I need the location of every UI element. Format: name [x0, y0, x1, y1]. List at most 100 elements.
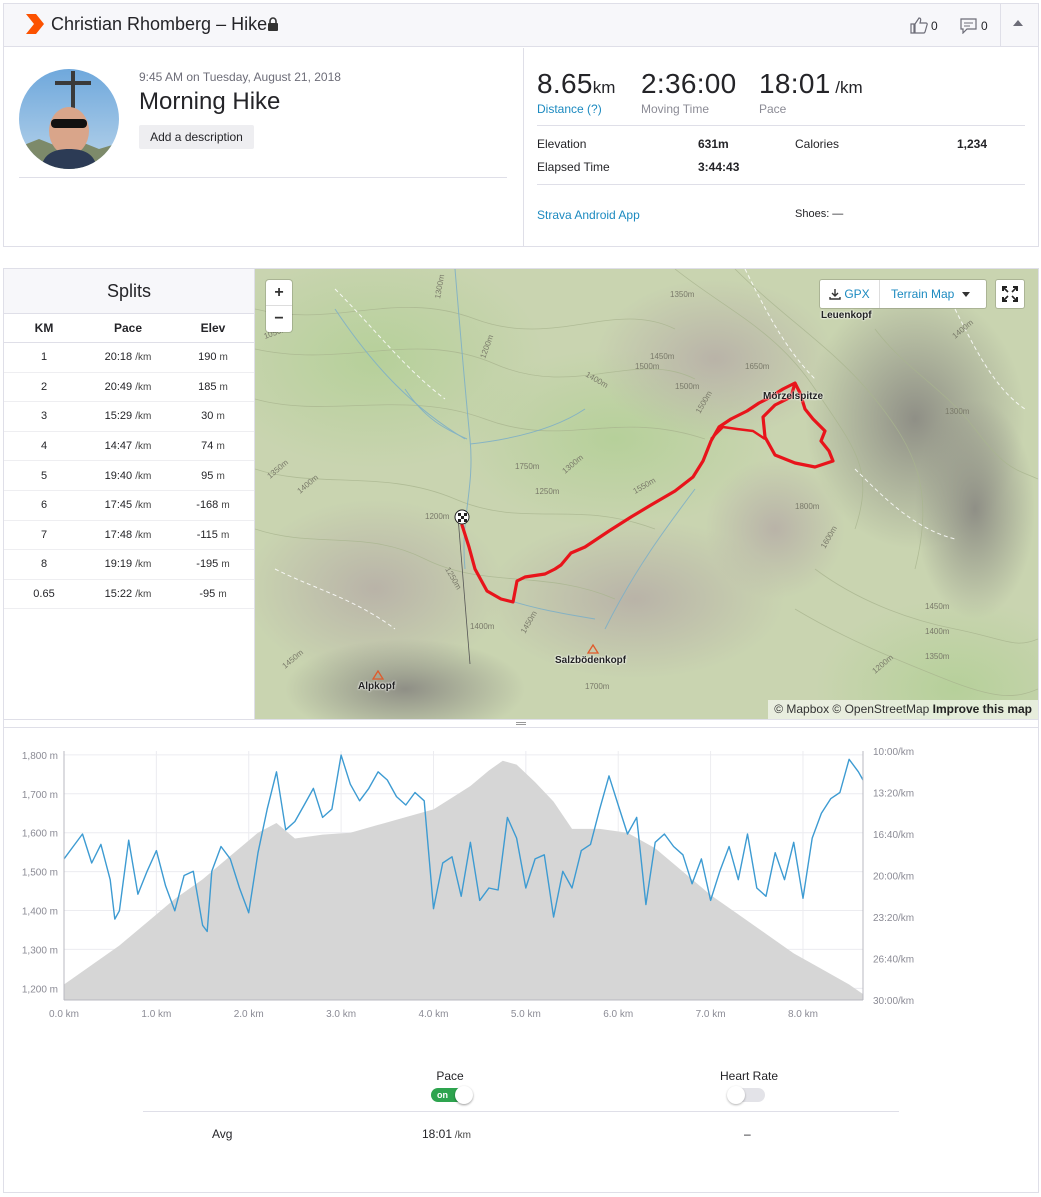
- device-link[interactable]: Strava Android App: [537, 208, 640, 222]
- fullscreen-button[interactable]: [996, 280, 1024, 308]
- x-tick-label: 3.0 km: [326, 1009, 356, 1019]
- splits-header-row: KM Pace Elev: [4, 314, 254, 343]
- improve-map-link[interactable]: Improve this map: [933, 702, 1032, 716]
- split-elev: -168 m: [196, 499, 230, 512]
- x-tick-label: 6.0 km: [603, 1009, 633, 1019]
- svg-text:1200m: 1200m: [425, 512, 450, 521]
- activity-title: Christian Rhomberg – Hike: [51, 14, 268, 34]
- elevation-value: 631m: [698, 137, 729, 151]
- download-icon: [829, 289, 842, 300]
- split-row[interactable]: 7 17:48 /km -115 m: [4, 521, 254, 551]
- split-pace: 15:22 /km: [104, 588, 152, 601]
- split-km: 4: [40, 440, 48, 453]
- avg-heart-rate: –: [744, 1127, 751, 1141]
- calories-value: 1,234: [957, 137, 988, 151]
- x-tick-label: 7.0 km: [696, 1009, 726, 1019]
- split-row[interactable]: 3 15:29 /km 30 m: [4, 402, 254, 432]
- divider: [1000, 4, 1001, 47]
- splits-table: Splits KM Pace Elev 1 20:18 /km 190 m 2 20:4…: [4, 269, 255, 719]
- lock-icon: [268, 17, 278, 31]
- split-pace: 14:47 /km: [104, 440, 152, 453]
- calories-label: Calories: [795, 137, 840, 151]
- avg-pace-value: 18:01: [422, 1127, 453, 1141]
- split-row[interactable]: 2 20:49 /km 185 m: [4, 373, 254, 403]
- expand-icon: [1002, 286, 1018, 302]
- distance-help-link[interactable]: Distance (?): [537, 102, 615, 116]
- split-pace: 20:49 /km: [104, 380, 152, 393]
- activity-summary-card: Christian Rhomberg – Hike 0 0 9:45 AM on…: [3, 3, 1039, 247]
- svg-text:1450m: 1450m: [925, 602, 950, 611]
- terrain-map-image[interactable]: 1050m 1200m 1300m 1350m 1400m 1750m 1250…: [255, 269, 1038, 719]
- split-km: 3: [40, 410, 48, 423]
- svg-text:1350m: 1350m: [925, 652, 950, 661]
- x-tick-label: 2.0 km: [234, 1009, 264, 1019]
- distance-unit: km: [592, 78, 616, 97]
- split-pace: 20:18 /km: [104, 351, 152, 364]
- split-row[interactable]: 0.65 15:22 /km -95 m: [4, 580, 254, 610]
- distance-stat: 8.65km Distance (?): [537, 68, 615, 116]
- distance-value: 8.65: [537, 68, 593, 99]
- svg-text:1450m: 1450m: [650, 352, 675, 361]
- split-row[interactable]: 6 17:45 /km -168 m: [4, 491, 254, 521]
- attribution-text[interactable]: © Mapbox © OpenStreetMap: [774, 702, 929, 716]
- comment-icon[interactable]: [960, 18, 977, 34]
- y-left-tick-label: 1,200 m: [22, 984, 58, 995]
- split-row[interactable]: 1 20:18 /km 190 m: [4, 343, 254, 373]
- collapse-caret-icon[interactable]: [1013, 20, 1023, 26]
- strava-logo-icon[interactable]: [26, 14, 44, 34]
- heart-rate-toggle[interactable]: [727, 1086, 765, 1104]
- svg-text:1500m: 1500m: [635, 362, 660, 371]
- y-right-tick-label: 10:00/km: [873, 747, 914, 758]
- splits-body: 1 20:18 /km 190 m 2 20:49 /km 185 m 3 15:29 /km…: [4, 343, 254, 610]
- map-label-moerzelspitze: Mörzelspitze: [763, 391, 824, 402]
- split-row[interactable]: 8 19:19 /km -195 m: [4, 550, 254, 580]
- activity-name[interactable]: Morning Hike: [139, 88, 280, 116]
- moving-time-value: 2:36:00: [641, 68, 737, 99]
- elapsed-time-label: Elapsed Time: [537, 160, 610, 174]
- map-type-select[interactable]: Terrain Map: [880, 280, 986, 308]
- zoom-in-button[interactable]: +: [266, 280, 292, 306]
- analysis-card: Splits KM Pace Elev 1 20:18 /km 190 m 2 20:4…: [3, 268, 1039, 1193]
- thumbs-up-icon[interactable]: [910, 17, 928, 34]
- svg-text:1250m: 1250m: [535, 487, 560, 496]
- x-tick-label: 4.0 km: [418, 1009, 448, 1019]
- pace-toggle-state: on: [437, 1090, 448, 1100]
- elevation-pace-chart[interactable]: 0.0 km 1.0 km 2.0 km 3.0 km 4.0 km 5.0 km 6.0 …: [4, 739, 1038, 1020]
- avg-pace-unit: /km: [452, 1130, 471, 1141]
- chart-canvas[interactable]: 0.0 km 1.0 km 2.0 km 3.0 km 4.0 km 5.0 km 6.0 …: [4, 739, 1038, 1020]
- split-km: 2: [40, 380, 48, 393]
- split-elev: -115 m: [196, 528, 230, 541]
- split-elev: 185 m: [198, 380, 228, 393]
- split-row[interactable]: 5 19:40 /km 95 m: [4, 461, 254, 491]
- map-label-leuenkopf: Leuenkopf: [821, 310, 872, 321]
- y-right-tick-label: 23:20/km: [873, 913, 914, 924]
- gpx-export-button[interactable]: GPX: [820, 280, 880, 308]
- zoom-out-button[interactable]: −: [266, 306, 292, 332]
- activity-title-bar: Christian Rhomberg – Hike 0 0: [4, 4, 1038, 47]
- split-row[interactable]: 4 14:47 /km 74 m: [4, 432, 254, 462]
- svg-text:1400m: 1400m: [470, 622, 495, 631]
- elapsed-time-value: 3:44:43: [698, 160, 740, 174]
- route-map[interactable]: 1050m 1200m 1300m 1350m 1400m 1750m 1250…: [255, 269, 1038, 719]
- splits-header-km: KM: [34, 321, 54, 335]
- y-right-tick-label: 30:00/km: [873, 996, 914, 1007]
- avatar[interactable]: [19, 69, 119, 169]
- kudos-count: 0: [931, 19, 938, 33]
- x-tick-label: 8.0 km: [788, 1009, 818, 1019]
- split-elev: 190 m: [198, 351, 228, 364]
- split-elev: 74 m: [201, 440, 225, 453]
- splits-header-pace: Pace: [113, 321, 143, 335]
- gpx-label: GPX: [844, 287, 870, 301]
- y-right-tick-label: 13:20/km: [873, 789, 914, 800]
- add-description-button[interactable]: Add a description: [139, 125, 254, 149]
- split-pace: 15:29 /km: [104, 410, 152, 423]
- shoes-info: Shoes: —: [795, 208, 844, 220]
- pace-stat: 18:01 /km Pace: [759, 68, 863, 116]
- x-tick-label: 5.0 km: [511, 1009, 541, 1019]
- x-tick-label: 0.0 km: [49, 1009, 79, 1019]
- start-finish-icon: [454, 509, 470, 525]
- split-km: 1: [40, 351, 48, 364]
- y-left-tick-label: 1,600 m: [22, 829, 58, 840]
- map-resize-handle[interactable]: [4, 719, 1038, 728]
- pace-toggle[interactable]: on: [431, 1086, 473, 1104]
